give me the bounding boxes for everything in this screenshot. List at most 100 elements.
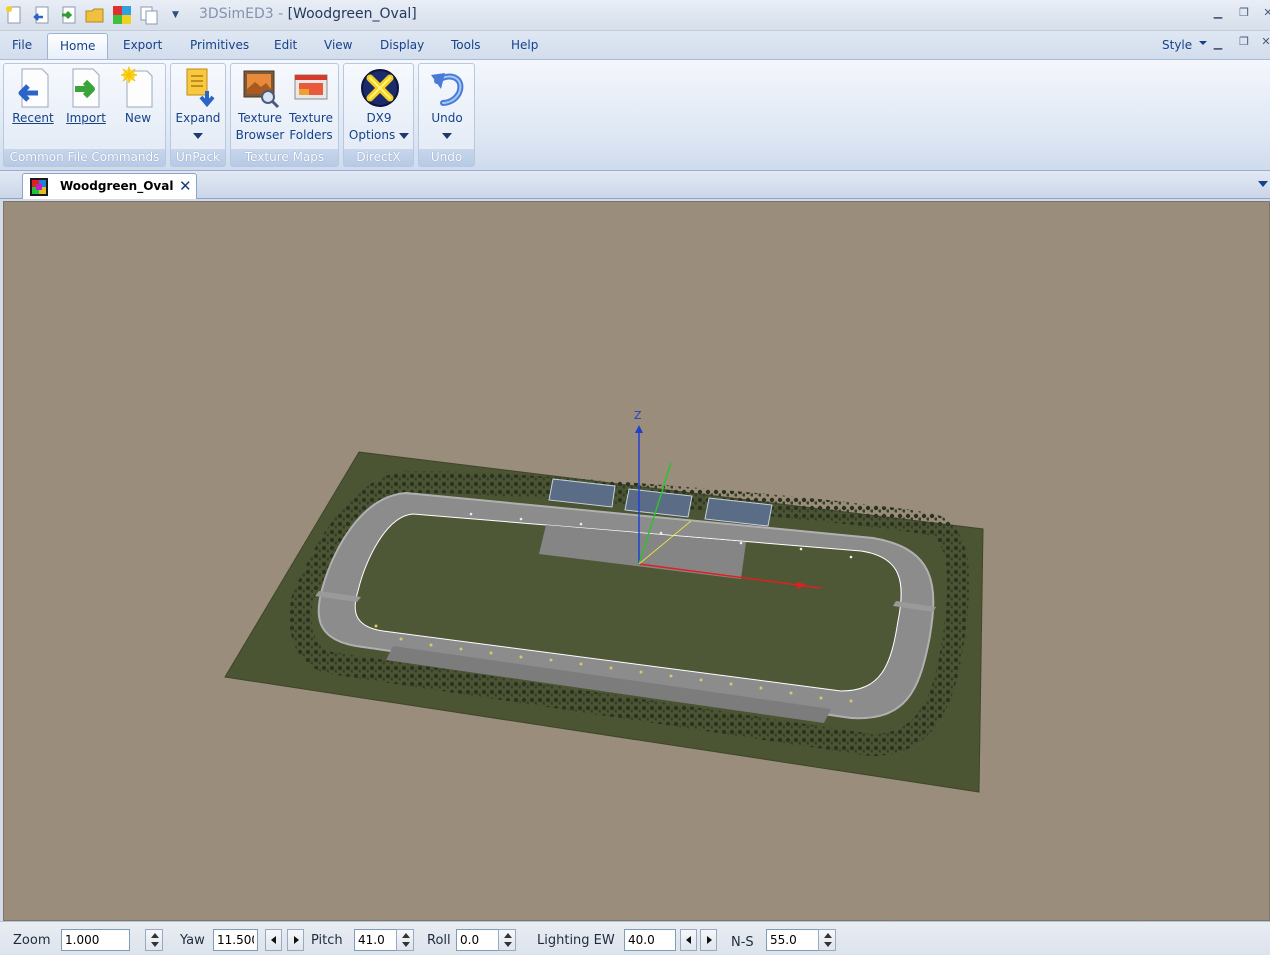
import-button[interactable]: Import bbox=[61, 66, 111, 127]
ribbon-tab-bar: File Home Export Primitives Edit View Di… bbox=[0, 31, 1270, 60]
app-name: 3DSimED3 bbox=[199, 6, 274, 22]
zoom-label: Zoom bbox=[13, 933, 51, 948]
copy-icon[interactable] bbox=[137, 4, 161, 26]
expand-dropdown-icon bbox=[193, 132, 203, 139]
expand-label: Expand bbox=[175, 111, 221, 125]
zoom-input[interactable] bbox=[61, 929, 130, 951]
yaw-input[interactable] bbox=[213, 929, 258, 951]
recent-icon[interactable] bbox=[29, 4, 53, 26]
roll-label: Roll bbox=[427, 933, 451, 948]
undo-icon bbox=[427, 66, 467, 110]
new-label: New bbox=[124, 111, 152, 125]
ns-label: N-S bbox=[731, 935, 754, 950]
undo-label: Undo bbox=[431, 111, 463, 125]
recent-icon bbox=[13, 66, 53, 110]
zoom-spinner[interactable] bbox=[145, 929, 163, 951]
ribbon: Recent Import New Common File Commands E… bbox=[0, 59, 1270, 171]
window-title: 3DSimED3 - [Woodgreen_Oval] bbox=[199, 6, 417, 22]
recent-label: Recent bbox=[12, 111, 54, 125]
expand-button[interactable]: Expand bbox=[174, 66, 222, 144]
texture-icon[interactable] bbox=[110, 4, 134, 26]
yaw-label: Yaw bbox=[180, 933, 205, 948]
texture-folders-icon bbox=[291, 66, 331, 110]
roll-spinner[interactable] bbox=[498, 929, 516, 951]
title-separator: - bbox=[273, 6, 288, 22]
minimize-icon[interactable]: ▁ bbox=[1210, 6, 1226, 22]
group-caption-unpack: UnPack bbox=[171, 149, 225, 166]
pitch-spinner[interactable] bbox=[396, 929, 414, 951]
3d-viewport[interactable]: Z bbox=[3, 201, 1270, 921]
ns-spinner[interactable] bbox=[818, 929, 836, 951]
close-window-icon[interactable]: ✕ bbox=[1260, 6, 1270, 22]
import-label: Import bbox=[66, 111, 106, 125]
texture-folders-label-1: Texture bbox=[289, 111, 333, 125]
z-axis-arrow bbox=[635, 425, 643, 433]
group-caption-common: Common File Commands bbox=[4, 149, 165, 166]
document-tab-strip: Woodgreen_Oval ✕ bbox=[0, 171, 1270, 199]
dx9-dropdown-icon bbox=[399, 132, 410, 139]
qat-dropdown-icon[interactable]: ▼ bbox=[172, 10, 179, 20]
texture-browser-label-1: Texture bbox=[238, 111, 282, 125]
group-directx: DX9 Options DirectX bbox=[343, 63, 414, 167]
dx9-label-2: Options bbox=[348, 128, 396, 142]
tab-file[interactable]: File bbox=[12, 38, 32, 52]
group-undo: Undo Undo bbox=[418, 63, 475, 167]
mdi-close-icon[interactable]: ✕ bbox=[1258, 35, 1270, 51]
pitch-label: Pitch bbox=[311, 933, 343, 948]
open-folder-icon[interactable] bbox=[83, 4, 107, 26]
style-menu[interactable]: Style bbox=[1162, 38, 1192, 52]
directx-icon bbox=[359, 66, 399, 110]
restore-icon[interactable]: ❐ bbox=[1236, 6, 1252, 22]
group-caption-undo: Undo bbox=[419, 149, 474, 166]
group-unpack: Expand UnPack bbox=[170, 63, 226, 167]
lighting-ew-label: Lighting EW bbox=[537, 933, 615, 948]
import-icon bbox=[66, 66, 106, 110]
undo-button[interactable]: Undo bbox=[423, 66, 471, 144]
expand-icon bbox=[178, 66, 218, 110]
recent-button[interactable]: Recent bbox=[9, 66, 57, 127]
texture-folders-label-2: Folders bbox=[289, 128, 333, 142]
group-caption-texture-maps: Texture Maps bbox=[231, 149, 338, 166]
tab-edit[interactable]: Edit bbox=[274, 38, 297, 52]
lighting-ew-left-button[interactable] bbox=[680, 929, 697, 951]
quick-access-toolbar: ▼ bbox=[2, 2, 179, 28]
tab-help[interactable]: Help bbox=[511, 38, 538, 52]
scene-render[interactable]: Z bbox=[4, 202, 1270, 921]
texture-browser-button[interactable]: Texture Browser bbox=[234, 66, 286, 144]
dx9-label-1: DX9 bbox=[366, 111, 392, 125]
new-button[interactable]: New bbox=[116, 66, 160, 127]
style-dropdown-icon[interactable] bbox=[1199, 41, 1207, 45]
document-tab[interactable]: Woodgreen_Oval ✕ bbox=[22, 173, 197, 199]
group-common-file-commands: Recent Import New Common File Commands bbox=[3, 63, 166, 167]
yaw-right-button[interactable] bbox=[287, 929, 304, 951]
dx9-options-button[interactable]: DX9 Options bbox=[346, 66, 412, 144]
texture-browser-label-2: Browser bbox=[235, 128, 285, 142]
mdi-minimize-icon[interactable]: ▁ bbox=[1210, 37, 1226, 53]
status-bar: Zoom Yaw Pitch Roll Lighting EW N-S bbox=[0, 921, 1270, 955]
texture-browser-icon bbox=[240, 66, 280, 110]
import-icon[interactable] bbox=[56, 4, 80, 26]
tab-tools[interactable]: Tools bbox=[451, 38, 481, 52]
z-axis-label: Z bbox=[634, 409, 642, 422]
tab-export[interactable]: Export bbox=[123, 38, 162, 52]
group-caption-directx: DirectX bbox=[344, 149, 413, 166]
document-tab-label: Woodgreen_Oval bbox=[60, 179, 174, 193]
undo-dropdown-icon bbox=[442, 132, 452, 139]
tab-home[interactable]: Home bbox=[47, 33, 109, 60]
tab-display[interactable]: Display bbox=[380, 38, 424, 52]
lighting-ew-input[interactable] bbox=[624, 929, 676, 951]
lighting-ew-right-button[interactable] bbox=[700, 929, 717, 951]
mdi-restore-icon[interactable]: ❐ bbox=[1236, 35, 1252, 51]
track-file-icon bbox=[29, 177, 49, 200]
new-doc-icon bbox=[118, 66, 158, 110]
yaw-left-button[interactable] bbox=[265, 929, 282, 951]
tab-view[interactable]: View bbox=[324, 38, 352, 52]
tab-list-dropdown-icon[interactable] bbox=[1258, 181, 1268, 187]
new-doc-icon[interactable] bbox=[2, 4, 26, 26]
tab-primitives[interactable]: Primitives bbox=[190, 38, 249, 52]
title-bar: ▼ 3DSimED3 - [Woodgreen_Oval] ▁ ❐ ✕ bbox=[0, 0, 1270, 31]
close-tab-icon[interactable]: ✕ bbox=[179, 177, 192, 195]
texture-folders-button[interactable]: Texture Folders bbox=[286, 66, 336, 144]
document-title: [Woodgreen_Oval] bbox=[287, 6, 417, 22]
group-texture-maps: Texture Browser Texture Folders Texture … bbox=[230, 63, 339, 167]
